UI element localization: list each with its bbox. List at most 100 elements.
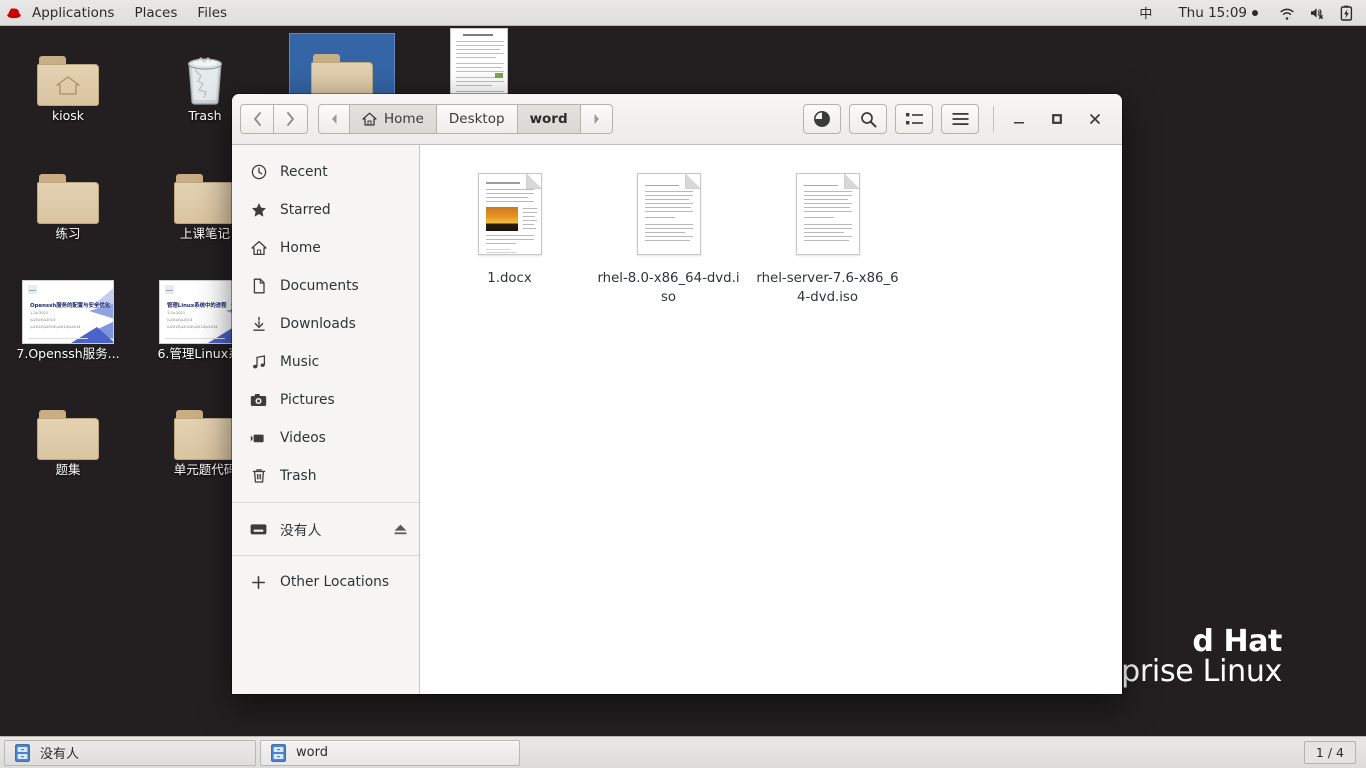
sidebar-item-label: Music — [280, 354, 320, 370]
home-icon — [362, 112, 377, 126]
forward-button[interactable] — [274, 104, 308, 134]
ppt-title: Openssh服务的配置与安全优化 — [30, 303, 111, 309]
taskbar-item-label: word — [296, 745, 328, 760]
chevron-right-icon — [287, 112, 294, 126]
taskbar-item-volume[interactable]: 没有人 — [4, 739, 256, 766]
file-item[interactable]: rhel-8.0-x86_64-dvd.iso — [589, 161, 748, 316]
sidebar-item-videos[interactable]: Videos — [232, 419, 419, 457]
applications-menu[interactable]: Applications — [22, 0, 124, 26]
wifi-icon[interactable] — [1272, 0, 1302, 26]
hamburger-menu-icon — [952, 113, 968, 125]
file-thumbnail — [595, 167, 742, 261]
breadcrumb-scroll-left-icon[interactable] — [318, 104, 350, 134]
battery-charging-icon[interactable] — [1333, 0, 1360, 26]
file-name-label: 1.docx — [487, 271, 532, 286]
sidebar-item-downloads[interactable]: Downloads — [232, 305, 419, 343]
files-menu[interactable]: Files — [187, 0, 237, 26]
desktop-icon-tiji[interactable]: 题集 — [16, 394, 120, 477]
breadcrumb-item-word[interactable]: word — [517, 104, 581, 134]
file-manager-window[interactable]: Home Desktop word Recent Starred Home Do… — [232, 94, 1122, 694]
sidebar-item-label: Home — [280, 240, 321, 256]
sidebar-item-home[interactable]: Home — [232, 229, 419, 267]
breadcrumb-item-desktop[interactable]: Desktop — [436, 104, 518, 134]
sidebar-item-music[interactable]: Music — [232, 343, 419, 381]
eject-icon[interactable] — [391, 520, 409, 538]
sidebar-item-label: Pictures — [280, 392, 335, 408]
breadcrumb-label: word — [529, 111, 568, 127]
panel-menus: Applications Places Files — [22, 0, 237, 26]
redhat-logo-icon[interactable] — [0, 0, 22, 26]
minimize-icon — [1014, 122, 1024, 124]
places-menu[interactable]: Places — [124, 0, 187, 26]
desktop-icon-label: 7.Openssh服务... — [16, 347, 120, 361]
breadcrumb-item-home[interactable]: Home — [350, 104, 437, 134]
desktop-icon-lianxi[interactable]: 练习 — [16, 158, 120, 241]
sidebar-item-volume[interactable]: 没有人 — [232, 510, 419, 548]
file-manager-body: Recent Starred Home Documents Downloads … — [232, 145, 1122, 694]
sidebar-item-trash[interactable]: Trash — [232, 457, 419, 495]
home-glyph-icon — [56, 76, 80, 95]
close-button[interactable] — [1076, 102, 1114, 136]
search-icon — [860, 111, 876, 127]
camera-icon — [250, 392, 267, 409]
trash-icon — [250, 468, 267, 485]
file-thumbnail — [436, 167, 583, 261]
file-grid: 1.docx rhel-8.0-x86_64-dvd.iso rhel-serv… — [430, 161, 1112, 316]
back-button[interactable] — [240, 104, 274, 134]
sidebar-item-documents[interactable]: Documents — [232, 267, 419, 305]
maximize-icon — [1052, 114, 1062, 124]
desktop-icon-label: kiosk — [51, 109, 85, 123]
star-icon — [250, 202, 267, 219]
sidebar-item-starred[interactable]: Starred — [232, 191, 419, 229]
desktop-icon-ppt-openssh[interactable]: Openssh服务的配置与安全优化 1.2x.2021 \u2014\u2014… — [16, 278, 120, 361]
sidebar-item-other-locations[interactable]: Other Locations — [232, 563, 419, 601]
chevron-left-icon — [253, 112, 261, 126]
minimize-button[interactable] — [1000, 102, 1038, 136]
file-name-label: rhel-server-7.6-x86_64-dvd.iso — [756, 271, 899, 306]
volume-muted-icon[interactable] — [1302, 0, 1333, 26]
desktop[interactable]: d Hat Enterprise Linux kiosk Trash 练习 上课… — [0, 26, 1366, 736]
sidebar-item-pictures[interactable]: Pictures — [232, 381, 419, 419]
clock-label: Thu 15:09 — [1178, 4, 1247, 21]
file-item[interactable]: 1.docx — [430, 161, 589, 316]
close-icon — [1090, 114, 1100, 124]
breadcrumb-scroll-right-icon[interactable] — [580, 104, 613, 134]
pie-chart-icon — [814, 111, 830, 127]
breadcrumb-label: Desktop — [448, 111, 505, 127]
breadcrumb-label: Home — [384, 111, 424, 127]
headerbar-separator — [993, 106, 994, 132]
file-manager-headerbar: Home Desktop word — [232, 94, 1122, 145]
view-toggle-button[interactable] — [803, 104, 841, 134]
navigation-buttons — [240, 104, 308, 134]
sidebar-item-label: Trash — [280, 468, 317, 484]
file-manager-icon — [15, 743, 31, 762]
search-button[interactable] — [849, 104, 887, 134]
file-item[interactable]: rhel-server-7.6-x86_64-dvd.iso — [748, 161, 907, 316]
input-method-indicator[interactable]: 中 — [1127, 3, 1164, 22]
file-name-label: rhel-8.0-x86_64-dvd.iso — [597, 271, 740, 306]
desktop-icon-kiosk[interactable]: kiosk — [16, 40, 120, 123]
list-view-icon — [905, 113, 923, 125]
sidebar-item-recent[interactable]: Recent — [232, 153, 419, 191]
docx-thumbnail-icon — [477, 173, 542, 255]
ppt-title: 管理Linux系统中的进程 — [167, 303, 227, 309]
file-manager-content[interactable]: 1.docx rhel-8.0-x86_64-dvd.iso rhel-serv… — [420, 145, 1122, 694]
folder-icon — [16, 394, 120, 460]
drive-icon — [250, 521, 267, 538]
home-icon — [250, 240, 267, 257]
workspace-switcher[interactable]: 1 / 4 — [1303, 741, 1356, 764]
maximize-button[interactable] — [1038, 102, 1076, 136]
file-manager-icon — [271, 743, 287, 762]
sidebar-item-label: Recent — [280, 164, 328, 180]
sidebar-item-label: Documents — [280, 278, 359, 294]
desktop-icon-document[interactable] — [427, 28, 531, 102]
desktop-icon-label: 练习 — [55, 227, 81, 241]
home-folder-icon — [16, 40, 120, 106]
list-view-button[interactable] — [895, 104, 933, 134]
main-menu-button[interactable] — [941, 104, 979, 134]
sidebar-separator-2 — [232, 555, 419, 556]
clock[interactable]: Thu 15:09 — [1164, 5, 1272, 21]
sidebar-separator — [232, 502, 419, 503]
taskbar: 没有人 word 1 / 4 — [0, 736, 1366, 768]
taskbar-item-word[interactable]: word — [260, 739, 520, 766]
